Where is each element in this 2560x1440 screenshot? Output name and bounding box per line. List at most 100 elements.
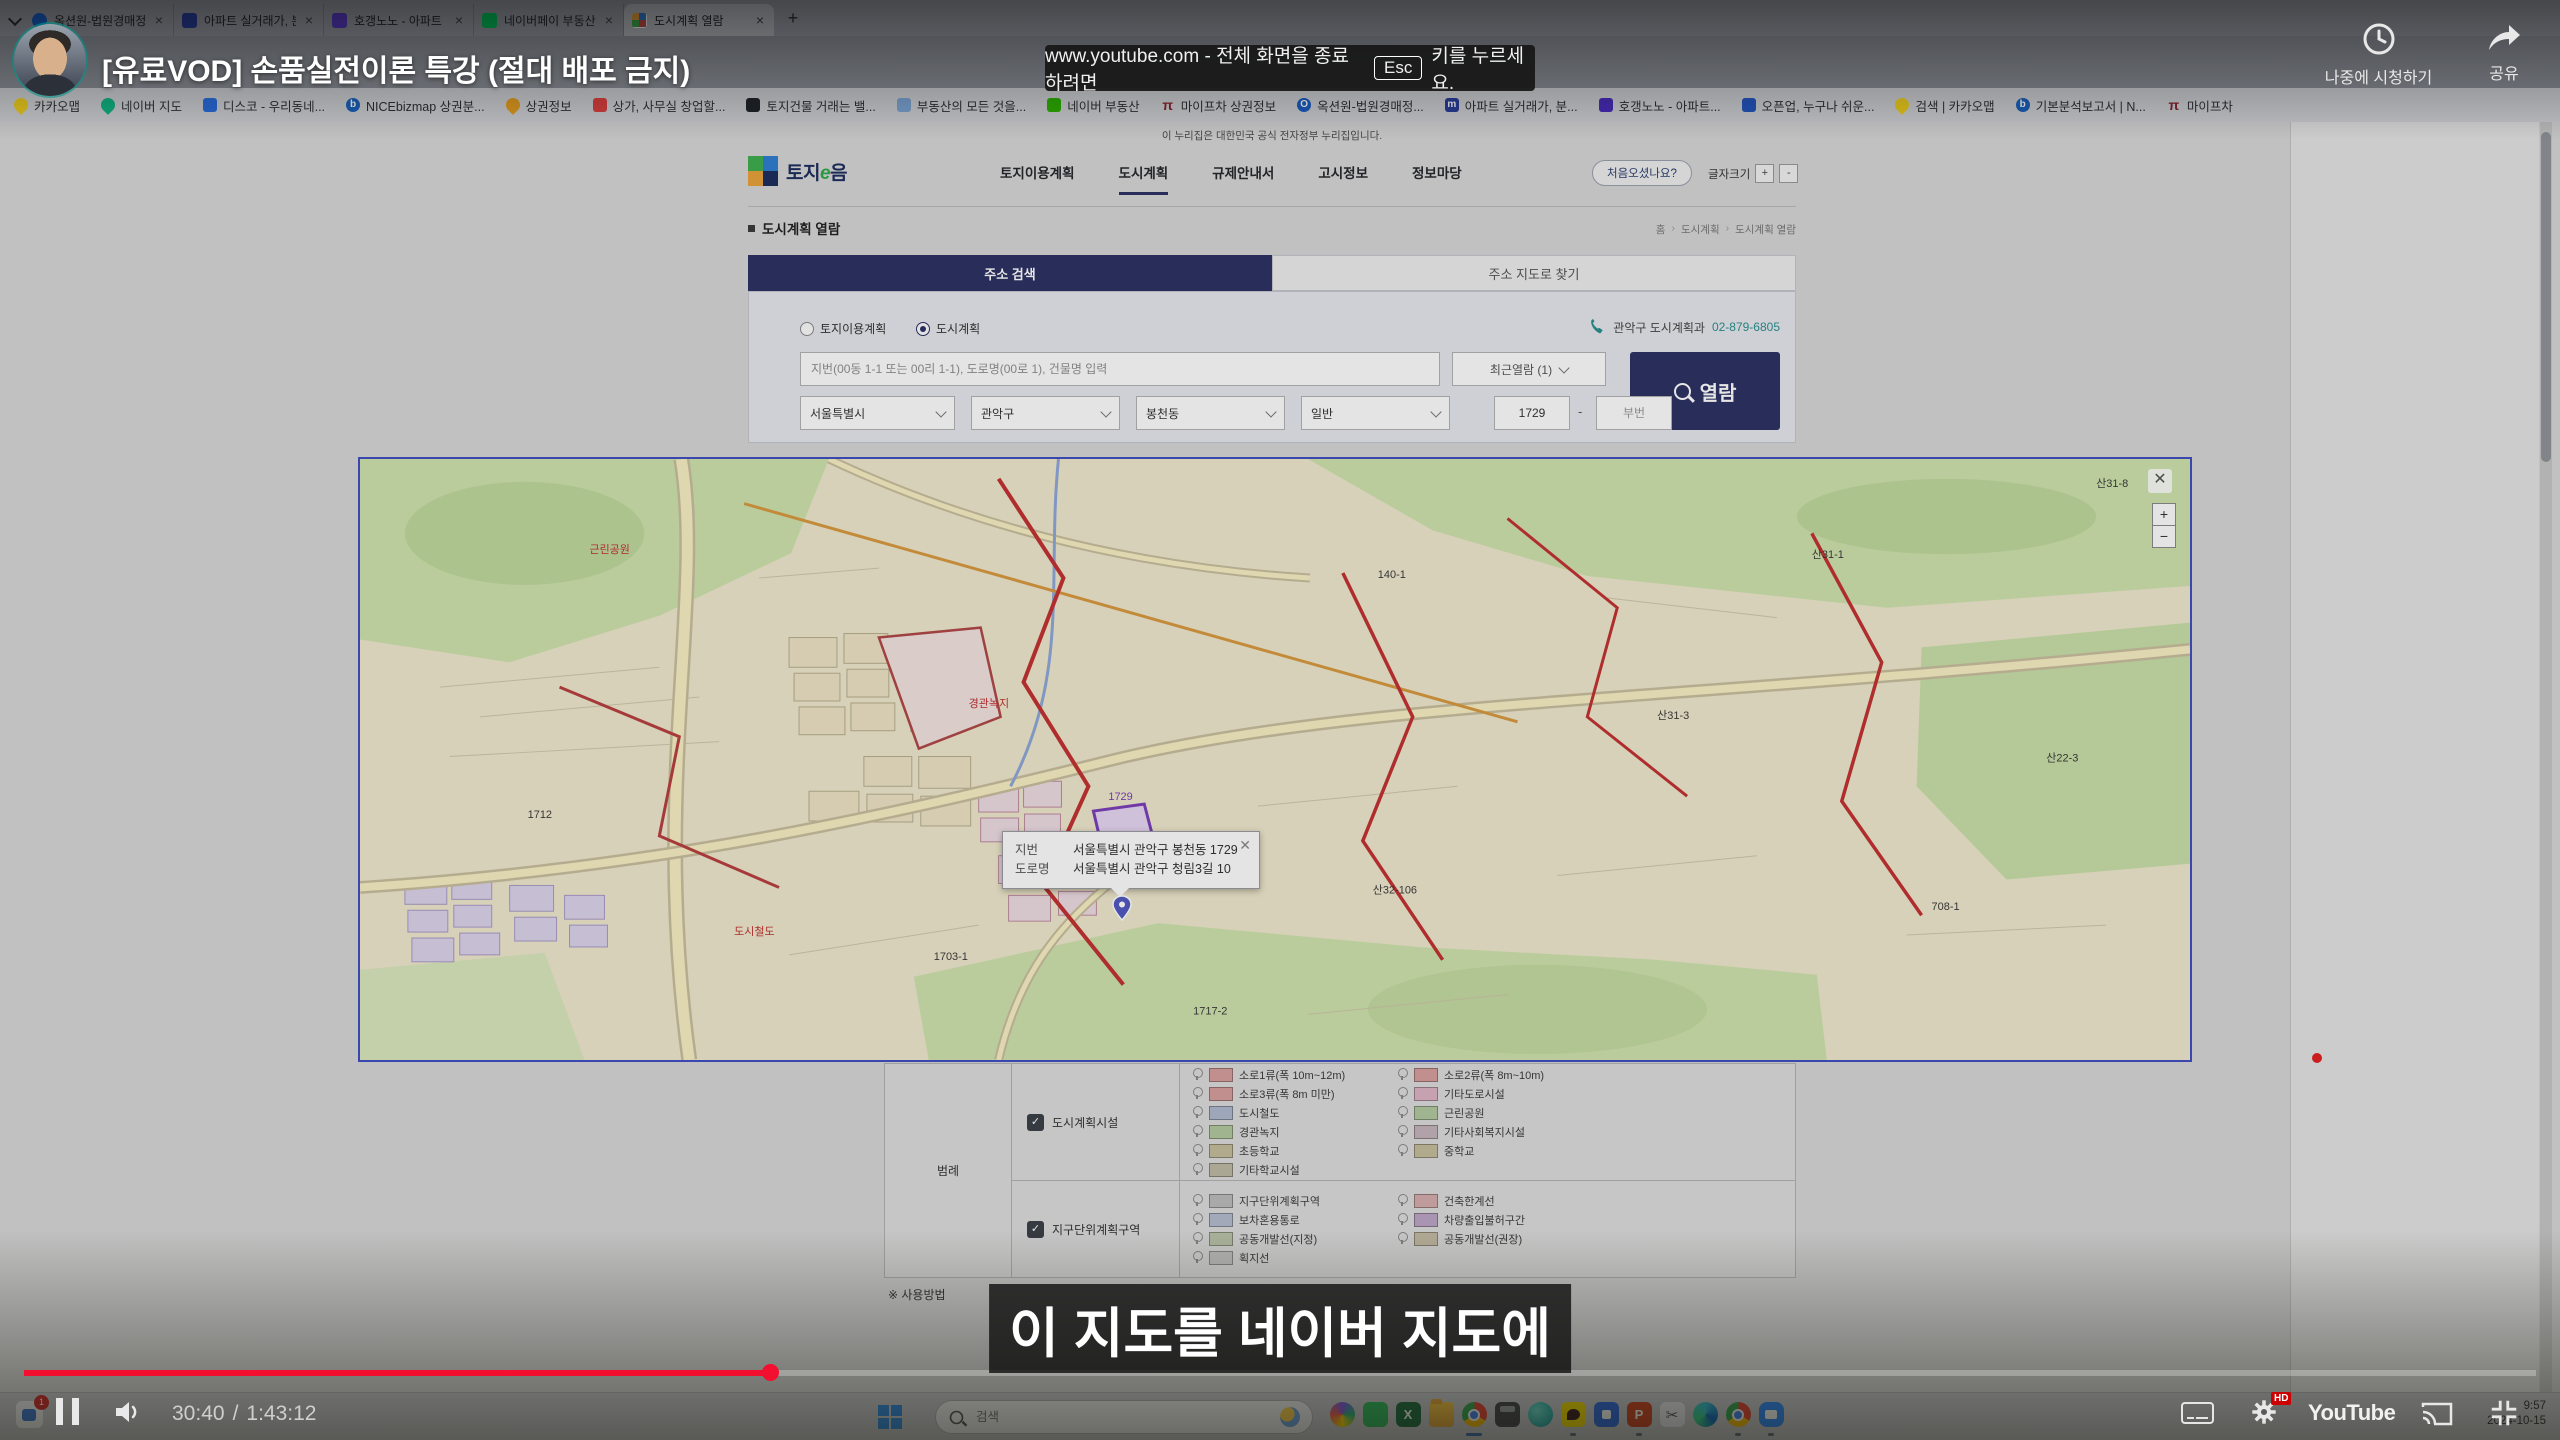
bookmark-item[interactable]: O옥션원-법원경매정... (1297, 96, 1424, 115)
taskbar-icon-excel[interactable]: X (1394, 1399, 1422, 1437)
bookmark-item[interactable]: 토지건물 거래는 밸... (746, 96, 875, 115)
tab-close-icon[interactable]: × (303, 13, 315, 27)
bookmark-item[interactable]: 카카오맵 (14, 96, 80, 115)
breadcrumb-item[interactable]: 도시계획 (1681, 222, 1720, 237)
browser-tab[interactable]: 호갱노노 - 아파트 실거래가 1× (324, 4, 474, 36)
youtube-logo[interactable]: YouTube (2308, 1400, 2395, 1426)
bookmark-item[interactable]: 디스코 - 우리동네... (203, 96, 325, 115)
taskbar-icon-evernote[interactable] (1361, 1399, 1389, 1437)
browser-tab[interactable]: 네이버페이 부동산× (474, 4, 624, 36)
address-select-1[interactable]: 관악구 (971, 396, 1120, 430)
bookmark-item[interactable]: 네이버 지도 (101, 96, 182, 115)
taskbar-icon-chrome[interactable] (1460, 1399, 1488, 1437)
share-button[interactable]: 공유 (2462, 22, 2546, 84)
font-size-minus-button[interactable]: - (1779, 164, 1798, 183)
taskbar-icon-file-explorer[interactable] (1427, 1399, 1455, 1437)
map-zoom-in-button[interactable]: + (2152, 503, 2176, 526)
font-size-plus-button[interactable]: + (1755, 164, 1774, 183)
channel-avatar[interactable] (14, 24, 86, 96)
taskbar-icon-teal-app[interactable] (1526, 1399, 1554, 1437)
tab-map-search[interactable]: 주소 지도로 찾기 (1272, 255, 1796, 291)
radio-circle[interactable] (800, 322, 814, 336)
radio-circle-selected[interactable] (916, 322, 930, 336)
video-title[interactable]: [유료VOD] 손품실전이론 특강 (절대 배포 금지) (102, 46, 690, 90)
tab-close-icon[interactable]: × (603, 13, 615, 27)
taskbar-search-box[interactable] (935, 1400, 1313, 1434)
pin-icon (1398, 1232, 1408, 1242)
subtitles-button[interactable] (2181, 1402, 2214, 1424)
legend-item: 공동개발선(지정) (1193, 1231, 1398, 1247)
bookmark-item[interactable]: m아파트 실거래가, 분... (1445, 96, 1578, 115)
watch-later-button[interactable]: 나중에 시청하기 (2306, 22, 2451, 88)
bookmark-item[interactable]: 검색 | 카카오맵 (1895, 96, 1994, 115)
taskbar-icon-kakaotalk[interactable] (1559, 1399, 1587, 1437)
taskbar-icon-edge[interactable] (1691, 1399, 1719, 1437)
legend-item: 중학교 (1398, 1143, 1603, 1159)
recent-views-dropdown[interactable]: 최근열람 (1) (1452, 352, 1606, 386)
bookmark-item[interactable]: 오픈업, 누구나 쉬운... (1742, 96, 1875, 115)
address-select-0[interactable]: 서울특별시 (800, 396, 955, 430)
tab-search-chevron-icon[interactable] (6, 6, 24, 36)
progress-scrubber[interactable] (762, 1364, 779, 1381)
taskbar-icon-snipping-tool[interactable]: ✂ (1658, 1399, 1686, 1437)
nav-item-0[interactable]: 토지이용계획 (1000, 162, 1075, 195)
jibun-sub-input[interactable] (1596, 396, 1672, 430)
breadcrumb-item[interactable]: 홈 (1656, 222, 1666, 237)
tab-close-icon[interactable]: × (453, 13, 465, 27)
tab-address-search[interactable]: 주소 검색 (748, 255, 1272, 291)
new-tab-button[interactable]: + (780, 6, 806, 32)
jibun-main-input[interactable] (1494, 396, 1570, 430)
taskbar-icon-zoom[interactable] (1757, 1399, 1785, 1437)
tooltip-close-icon[interactable]: ✕ (1239, 837, 1251, 854)
volume-button[interactable] (114, 1399, 144, 1430)
browser-tab[interactable]: 도시계획 열람× (624, 4, 774, 36)
tab-close-icon[interactable]: × (754, 13, 766, 27)
nav-item-4[interactable]: 정보마당 (1412, 162, 1462, 195)
legend-checkbox[interactable]: ✓ (1027, 1221, 1044, 1238)
map-label: 708-1 (1932, 901, 1960, 913)
radio-land-use-plan[interactable]: 토지이용계획 (800, 320, 886, 337)
tray-notification-icon[interactable]: 1 (16, 1401, 43, 1428)
bookmark-item[interactable]: b기본분석보고서 | N... (2016, 96, 2146, 115)
scrollbar-thumb[interactable] (2541, 132, 2551, 462)
zoning-map-canvas[interactable]: 산31-8산31-1산31-3산22-3산32-10617121703-1171… (360, 459, 2190, 1060)
exit-fullscreen-button[interactable] (2487, 1396, 2521, 1435)
taskbar-icon-chrome-2[interactable] (1724, 1399, 1752, 1437)
taskbar-icon-blue-app[interactable] (1592, 1399, 1620, 1437)
bookmark-item[interactable]: 호갱노노 - 아파트... (1599, 96, 1721, 115)
nav-item-1[interactable]: 도시계획 (1119, 162, 1169, 195)
pause-button[interactable] (56, 1398, 79, 1425)
taskbar-icon-calculator[interactable] (1493, 1399, 1521, 1437)
bookmark-item[interactable]: bNICEbizmap 상권분... (346, 96, 485, 115)
breadcrumb-item[interactable]: 도시계획 열람 (1735, 222, 1796, 237)
nav-item-2[interactable]: 규제안내서 (1212, 162, 1274, 195)
taskbar-icon-copilot[interactable] (1328, 1399, 1356, 1437)
radio-city-plan[interactable]: 도시계획 (916, 320, 980, 337)
blue-app-icon (1594, 1402, 1619, 1427)
bookmark-item[interactable]: 부동산의 모든 것을... (897, 96, 1026, 115)
legend-items: 지구단위계획구역건축한계선보차혼용통로차량출입불허구간공동개발선(지정)공동개발… (1179, 1181, 1795, 1277)
bookmark-item[interactable]: 상권정보 (506, 96, 572, 115)
bookmark-item[interactable]: 네이버 부동산 (1047, 96, 1139, 115)
weather-widget-icon[interactable] (1280, 1407, 1300, 1427)
taskbar-search-input[interactable] (974, 1409, 1271, 1425)
legend-checkbox[interactable]: ✓ (1027, 1114, 1044, 1131)
bookmark-item[interactable]: 상가, 사무실 창업할... (593, 96, 726, 115)
bookmark-favicon-icon: π (1161, 98, 1175, 112)
windows-start-button[interactable] (878, 1405, 902, 1429)
first-visit-button[interactable]: 처음오셨나요? (1592, 160, 1692, 186)
tab-close-icon[interactable]: × (153, 13, 165, 27)
address-select-2[interactable]: 봉천동 (1136, 396, 1285, 430)
nav-item-3[interactable]: 고시정보 (1318, 162, 1368, 195)
site-logo[interactable]: 토지e음 (748, 156, 847, 186)
taskbar-icon-powerpoint[interactable]: P (1625, 1399, 1653, 1437)
address-search-input[interactable] (800, 352, 1440, 386)
map-zoom-out-button[interactable]: − (2152, 525, 2176, 548)
bookmark-item[interactable]: π마이프차 (2167, 96, 2233, 115)
map-popup-close-button[interactable]: ✕ (2148, 469, 2172, 493)
browser-tab[interactable]: 아파트 실거래가, 분양정보, 마× (174, 4, 324, 36)
department-number[interactable]: 02-879-6805 (1712, 320, 1780, 334)
address-select-3[interactable]: 일반 (1301, 396, 1450, 430)
cast-button[interactable] (2420, 1401, 2454, 1432)
bookmark-item[interactable]: π마이프차 상권정보 (1161, 96, 1276, 115)
